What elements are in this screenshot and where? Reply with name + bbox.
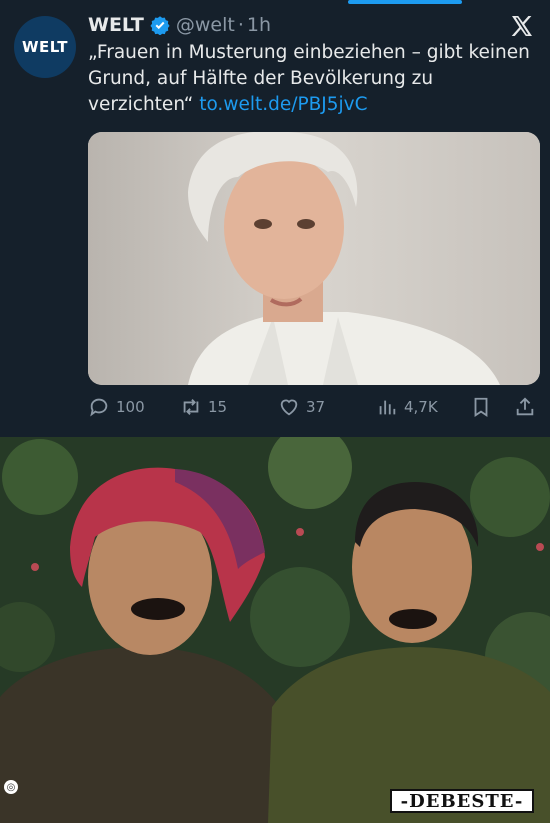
tweet-card: WELT WELT @welt · 1h „Frauen in Musterun…	[0, 0, 550, 437]
tweet-link[interactable]: to.welt.de/PBJ5jvC	[199, 94, 367, 115]
like-count: 37	[306, 398, 326, 416]
heart-icon	[280, 399, 298, 416]
tweet-photo[interactable]	[88, 132, 540, 385]
avatar-text: WELT	[21, 38, 69, 56]
retweet-icon	[183, 399, 199, 415]
timestamp[interactable]: 1h	[247, 14, 271, 36]
progress-bar	[348, 0, 462, 4]
reply-icon	[90, 398, 108, 417]
share-icon	[516, 397, 534, 416]
bookmark-button[interactable]	[470, 396, 498, 418]
retweet-button[interactable]: 15	[180, 396, 227, 418]
tweet-actions: 100 15 37 4,7K	[88, 396, 540, 422]
author-handle[interactable]: @welt	[176, 14, 235, 36]
tweet-text: „Frauen in Musterung einbeziehen – gibt …	[88, 40, 538, 118]
avatar[interactable]: WELT	[14, 16, 76, 78]
x-logo-icon	[511, 16, 532, 36]
views-chart-icon	[379, 400, 396, 415]
separator-dot: ·	[237, 14, 244, 36]
retweet-count: 15	[208, 398, 228, 416]
meme-photo	[0, 437, 550, 823]
reply-button[interactable]: 100	[88, 396, 145, 418]
bookmark-icon	[474, 397, 488, 417]
verified-badge-icon	[150, 16, 170, 35]
views-count: 4,7K	[404, 398, 438, 416]
share-button[interactable]	[514, 396, 542, 418]
like-button[interactable]: 37	[278, 396, 325, 418]
watermark: -DEBESTE-	[390, 789, 534, 813]
tweet-header: WELT @welt · 1h	[88, 12, 271, 38]
smiling-women-image	[0, 437, 550, 823]
lens-icon[interactable]: ◎	[4, 780, 18, 794]
portrait-image	[88, 132, 540, 385]
reply-count: 100	[116, 398, 145, 416]
views-button[interactable]: 4,7K	[376, 396, 438, 418]
author-name[interactable]: WELT	[88, 14, 144, 36]
